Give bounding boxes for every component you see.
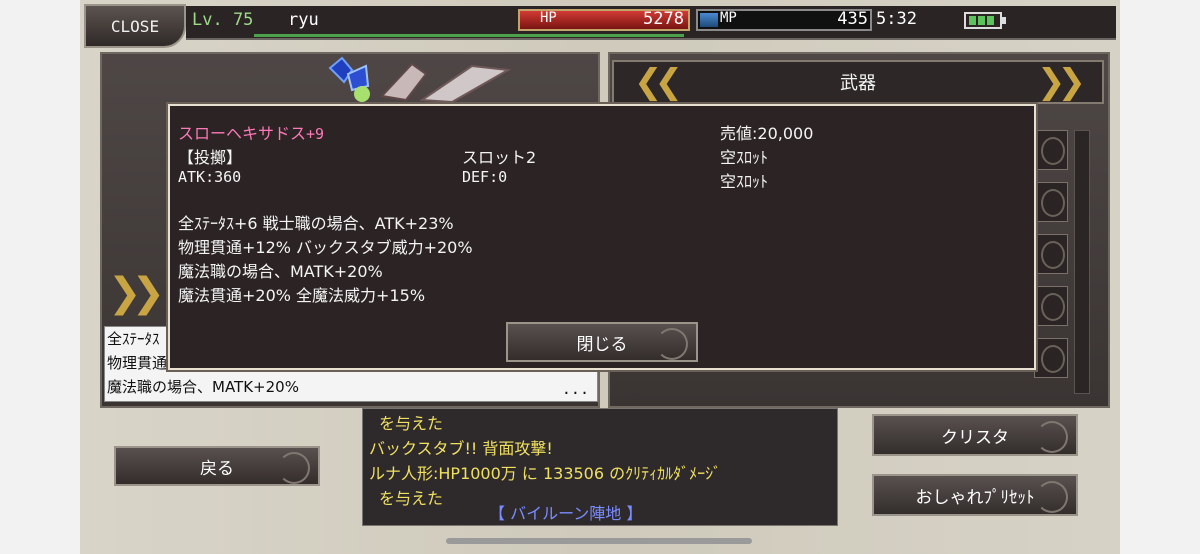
- refine-level: +9: [306, 125, 325, 143]
- character-sprite: [328, 56, 512, 104]
- swirl-icon: [1041, 241, 1065, 269]
- empty-slot-1: 空ｽﾛｯﾄ: [720, 148, 769, 167]
- slot-button[interactable]: [1034, 286, 1068, 326]
- slot-button[interactable]: [1034, 338, 1068, 378]
- location-label: 【 バイルーン陣地 】: [489, 504, 643, 523]
- fashion-preset-button[interactable]: おしゃれﾌﾟﾘｾｯﾄ: [872, 474, 1078, 516]
- swirl-icon: [1041, 293, 1065, 321]
- sell-price: 売値:20,000: [720, 124, 814, 143]
- double-chevron-right-icon[interactable]: ❯❯: [1037, 62, 1086, 102]
- battle-log: を与えた バックスタブ!! 背面攻撃! ルナ人形:HP1000万 に 13350…: [362, 408, 838, 526]
- slot-button[interactable]: [1034, 234, 1068, 274]
- effect-line: 物理貫通+12% バックスタブ威力+20%: [178, 238, 473, 257]
- log-line: を与えた: [379, 414, 444, 433]
- home-indicator[interactable]: [446, 538, 752, 544]
- item-name: スローヘキサドス+9: [178, 120, 324, 144]
- summary-more: ...: [561, 380, 589, 398]
- item-name-text: スローヘキサドス: [178, 124, 307, 143]
- mp-value: 435: [837, 9, 868, 29]
- empty-slot-2: 空ｽﾛｯﾄ: [720, 172, 769, 191]
- swirl-icon: [1041, 189, 1065, 217]
- slot-column: [1034, 130, 1068, 380]
- crysta-label: クリスタ: [941, 427, 1009, 448]
- mp-bar-fill: [700, 13, 718, 27]
- dialog-close-label: 閉じる: [576, 334, 628, 355]
- fashion-preset-label: おしゃれﾌﾟﾘｾｯﾄ: [915, 487, 1035, 508]
- swirl-icon: [1036, 421, 1068, 453]
- slot-button[interactable]: [1034, 182, 1068, 222]
- atk-stat: ATK:360: [178, 168, 242, 186]
- swirl-icon: [278, 452, 310, 484]
- exp-bar: [254, 34, 684, 37]
- clock: 5:32: [876, 9, 917, 29]
- swirl-icon: [1036, 481, 1068, 513]
- effect-line: 全ｽﾃｰﾀｽ+6 戦士職の場合、ATK+23%: [178, 214, 454, 233]
- hp-value: 5278: [643, 9, 684, 29]
- hp-label: HP: [540, 10, 557, 26]
- double-chevron-right-icon[interactable]: ❯❯: [108, 270, 165, 316]
- level-label: Lv. 75: [192, 10, 254, 30]
- back-button[interactable]: 戻る: [114, 446, 320, 486]
- summary-line: 魔法職の場合、MATK+20%: [107, 378, 299, 396]
- battery-icon: [964, 12, 1002, 29]
- dialog-close-button[interactable]: 閉じる: [506, 322, 698, 362]
- mp-label: MP: [720, 10, 737, 26]
- scrollbar[interactable]: [1074, 130, 1090, 394]
- swirl-icon: [1041, 137, 1065, 165]
- slot-count: スロット2: [462, 148, 537, 167]
- log-line: ルナ人形:HP1000万 に 133506 のｸﾘﾃｨｶﾙﾀﾞﾒｰｼﾞ: [369, 464, 722, 483]
- player-name: ryu: [288, 10, 319, 30]
- swirl-icon: [656, 328, 688, 360]
- effect-line: 魔法貫通+20% 全魔法威力+15%: [178, 286, 426, 305]
- back-label: 戻る: [200, 458, 234, 479]
- effect-line: 魔法職の場合、MATK+20%: [178, 262, 383, 281]
- swirl-icon: [1041, 345, 1065, 373]
- slot-button[interactable]: [1034, 130, 1068, 170]
- crysta-button[interactable]: クリスタ: [872, 414, 1078, 456]
- category-title: 武器: [840, 73, 876, 94]
- double-chevron-left-icon[interactable]: ❮❮: [634, 62, 683, 102]
- def-stat: DEF:0: [462, 168, 508, 186]
- item-type: 【投擲】: [178, 148, 243, 167]
- category-selector: ❮❮ 武器 ❯❯: [612, 60, 1104, 104]
- log-line: バックスタブ!! 背面攻撃!: [369, 439, 553, 458]
- close-button[interactable]: CLOSE: [84, 4, 186, 48]
- battery-tip: [1002, 17, 1006, 24]
